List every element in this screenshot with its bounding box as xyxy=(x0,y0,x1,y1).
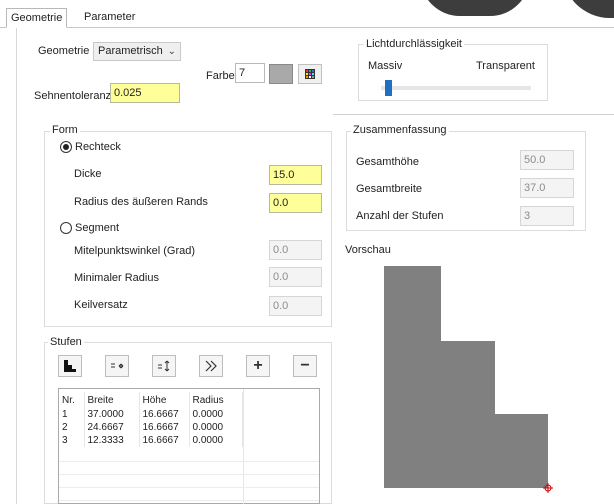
geometrie-label: Geometrie xyxy=(38,45,90,57)
table-cell: 2 xyxy=(59,421,85,434)
equal-width-button[interactable] xyxy=(105,355,129,377)
add-step-button[interactable]: + xyxy=(246,355,270,377)
stufen-table[interactable]: Nr. Breite Höhe Radius 1 37.0000 16.6667… xyxy=(59,392,243,447)
mirror-steps-button[interactable] xyxy=(199,355,223,377)
table-cell: 16.6667 xyxy=(139,408,190,421)
table-cell: 16.6667 xyxy=(139,434,190,447)
mirror-icon xyxy=(205,360,217,372)
stair-profile-button[interactable] xyxy=(58,355,82,377)
segment-radio[interactable] xyxy=(60,222,72,234)
stair-shape xyxy=(384,266,548,488)
geometrie-select-value: Parametrisch xyxy=(98,45,163,57)
mittelpunktswinkel-input[interactable]: 0.0 xyxy=(269,240,322,260)
column-header[interactable]: Radius xyxy=(189,392,243,408)
table-header-row: Nr. Breite Höhe Radius xyxy=(59,392,243,408)
stufen-anzahl-value: 3 xyxy=(520,206,574,226)
dicke-input[interactable]: 15.0 xyxy=(269,165,322,185)
grid-divider xyxy=(59,487,319,488)
grid-divider xyxy=(59,474,319,475)
geometrie-select[interactable]: Parametrisch ⌄ xyxy=(93,42,181,61)
table-cell: 37.0000 xyxy=(84,408,140,421)
plus-icon: + xyxy=(253,357,263,374)
gesamthoehe-value: 50.0 xyxy=(520,150,574,170)
table-cell: 0.0000 xyxy=(189,421,243,434)
sehnentoleranz-input[interactable]: 0.025 xyxy=(110,83,180,103)
stufen-title: Stufen xyxy=(48,336,84,348)
preview-title: Vorschau xyxy=(345,244,391,256)
table-cell: 24.6667 xyxy=(84,421,140,434)
table-row[interactable]: 1 37.0000 16.6667 0.0000 xyxy=(59,408,243,421)
slider-min-label: Massiv xyxy=(368,60,403,72)
palette-icon xyxy=(305,69,315,79)
chevron-down-icon: ⌄ xyxy=(167,46,176,57)
summary-title: Zusammenfassung xyxy=(351,124,449,136)
transparency-slider-thumb[interactable] xyxy=(385,80,392,96)
keilversatz-input[interactable]: 0.0 xyxy=(269,296,322,316)
equal-height-button[interactable] xyxy=(152,355,176,377)
transparency-slider-track[interactable] xyxy=(381,86,531,90)
stufen-anzahl-label: Anzahl der Stufen xyxy=(356,210,444,222)
segment-label: Segment xyxy=(75,222,120,234)
table-cell: 3 xyxy=(59,434,85,447)
minimaler-radius-input[interactable]: 0.0 xyxy=(269,267,322,287)
equal-height-icon xyxy=(158,360,170,372)
background-decoration xyxy=(562,0,614,18)
table-cell: 0.0000 xyxy=(189,408,243,421)
table-cell: 1 xyxy=(59,408,85,421)
divider xyxy=(333,114,614,115)
table-cell: 16.6667 xyxy=(139,421,190,434)
minimaler-radius-label: Minimaler Radius xyxy=(74,272,159,284)
table-cell: 0.0000 xyxy=(189,434,243,447)
gesamtbreite-label: Gesamtbreite xyxy=(356,183,423,195)
color-swatch[interactable] xyxy=(269,64,293,84)
mittelpunktswinkel-label: Mitelpunktswinkel (Grad) xyxy=(74,245,196,257)
minus-icon: − xyxy=(300,357,310,374)
stair-icon xyxy=(64,360,76,372)
preview-canvas xyxy=(384,266,553,493)
table-cell: 12.3333 xyxy=(84,434,140,447)
radius-label: Radius des äußeren Rands xyxy=(74,196,208,208)
rechteck-label: Rechteck xyxy=(75,141,121,153)
table-row[interactable]: 3 12.3333 16.6667 0.0000 xyxy=(59,434,243,447)
grid-divider xyxy=(59,461,319,462)
radius-input[interactable]: 0.0 xyxy=(269,193,322,213)
farbe-input[interactable]: 7 xyxy=(235,63,265,83)
column-header[interactable]: Breite xyxy=(84,392,140,408)
table-row[interactable]: 2 24.6667 16.6667 0.0000 xyxy=(59,421,243,434)
rechteck-radio[interactable] xyxy=(60,141,72,153)
equal-width-icon xyxy=(111,363,124,369)
sehnentoleranz-label: Sehnentoleranz xyxy=(34,90,112,102)
background-decoration xyxy=(420,0,530,16)
color-picker-button[interactable] xyxy=(298,64,322,84)
slider-max-label: Transparent xyxy=(476,60,535,72)
column-header[interactable]: Höhe xyxy=(139,392,190,408)
gesamtbreite-value: 37.0 xyxy=(520,178,574,198)
tab-geometrie[interactable]: Geometrie xyxy=(6,8,68,28)
farbe-label: Farbe xyxy=(206,70,235,82)
gesamthoehe-label: Gesamthöhe xyxy=(356,156,419,168)
transparency-title: Lichtdurchlässigkeit xyxy=(364,38,464,50)
column-header[interactable]: Nr. xyxy=(59,392,85,408)
tab-parameter[interactable]: Parameter xyxy=(80,8,139,28)
keilversatz-label: Keilversatz xyxy=(74,299,128,311)
grid-divider xyxy=(59,500,319,501)
form-title: Form xyxy=(50,124,80,136)
dicke-label: Dicke xyxy=(74,168,102,180)
remove-step-button[interactable]: − xyxy=(293,355,317,377)
